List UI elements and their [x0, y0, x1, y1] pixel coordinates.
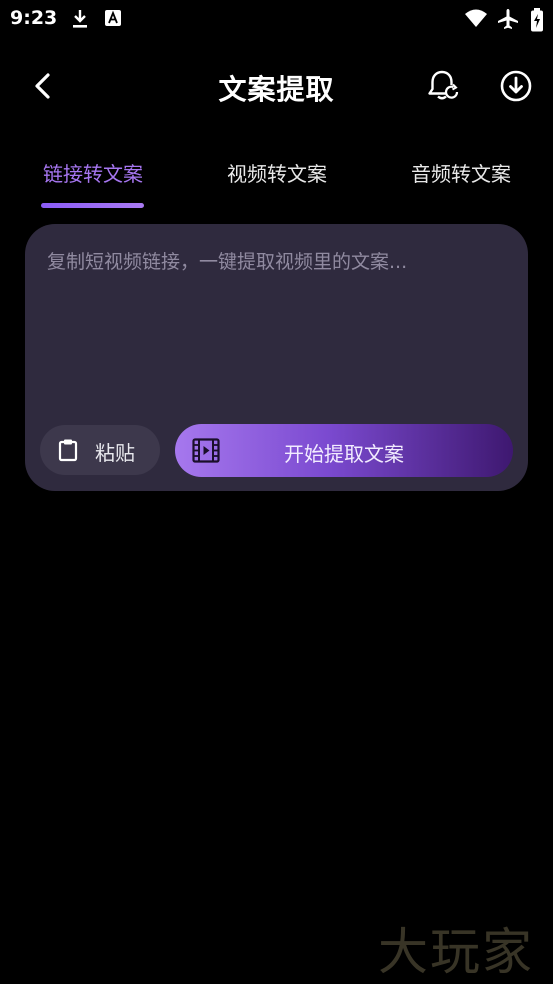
tab-audio-to-text[interactable]: 音频转文案 [406, 158, 516, 187]
start-extract-button[interactable]: 开始提取文案 [175, 424, 513, 477]
download-status-icon [73, 10, 87, 28]
download-circle-icon[interactable] [498, 68, 534, 104]
paste-label: 粘贴 [95, 441, 135, 465]
paste-button[interactable]: 粘贴 [40, 425, 160, 475]
start-extract-label: 开始提取文案 [284, 442, 404, 466]
extract-card: 粘贴 开始提取文案 [25, 224, 528, 491]
bell-refresh-icon[interactable] [424, 68, 460, 104]
watermark: 大玩家 [378, 923, 534, 981]
status-bar: 9:23 [0, 0, 553, 38]
battery-charging-icon [531, 8, 543, 32]
header: 文案提取 [0, 60, 553, 114]
wifi-icon [465, 9, 487, 27]
tab-link-to-text[interactable]: 链接转文案 [38, 158, 148, 187]
tab-video-to-text[interactable]: 视频转文案 [222, 158, 332, 187]
airplane-mode-icon [498, 9, 518, 29]
page-title: 文案提取 [218, 73, 335, 106]
screen: 9:23 文案提取 链接转文案 视频转文案 音频转文案 复制短视频链接，一键提取… [0, 0, 553, 984]
clipboard-icon [58, 439, 78, 462]
link-input[interactable] [47, 248, 507, 418]
active-tab-indicator [41, 203, 144, 208]
accessibility-status-icon [105, 10, 121, 26]
status-time: 9:23 [10, 7, 58, 29]
tab-bar: 链接转文案 视频转文案 音频转文案 [0, 150, 553, 210]
